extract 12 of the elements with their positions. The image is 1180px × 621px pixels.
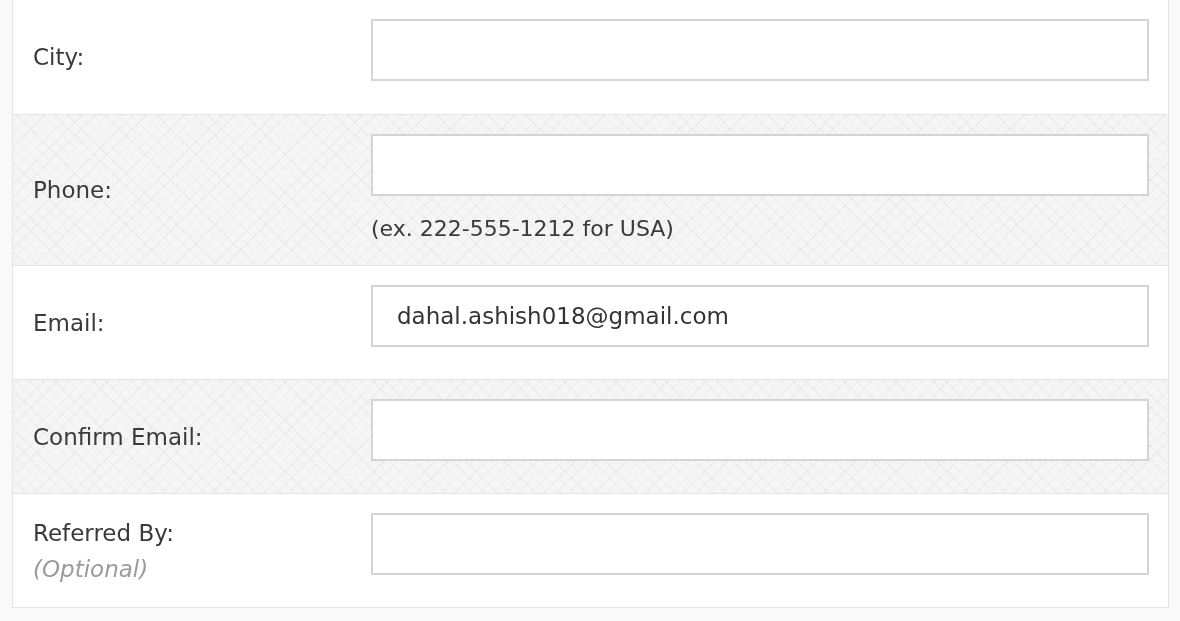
field-hint: (ex. 222-555-1212 for USA)	[371, 216, 675, 241]
input-field[interactable]	[371, 19, 1149, 81]
input-field[interactable]	[371, 399, 1149, 461]
field-label: City:	[33, 44, 86, 70]
field-label: Confirm Email:	[33, 423, 204, 450]
field-label: Referred By:	[33, 519, 175, 546]
field-label: Email:	[33, 309, 106, 336]
optional-note: (Optional)	[33, 555, 150, 582]
input-field[interactable]	[371, 134, 1149, 196]
input-field[interactable]	[371, 513, 1149, 575]
input-field[interactable]: dahal.ashish018@gmail.com	[371, 285, 1149, 347]
field-label: Phone:	[33, 177, 113, 203]
